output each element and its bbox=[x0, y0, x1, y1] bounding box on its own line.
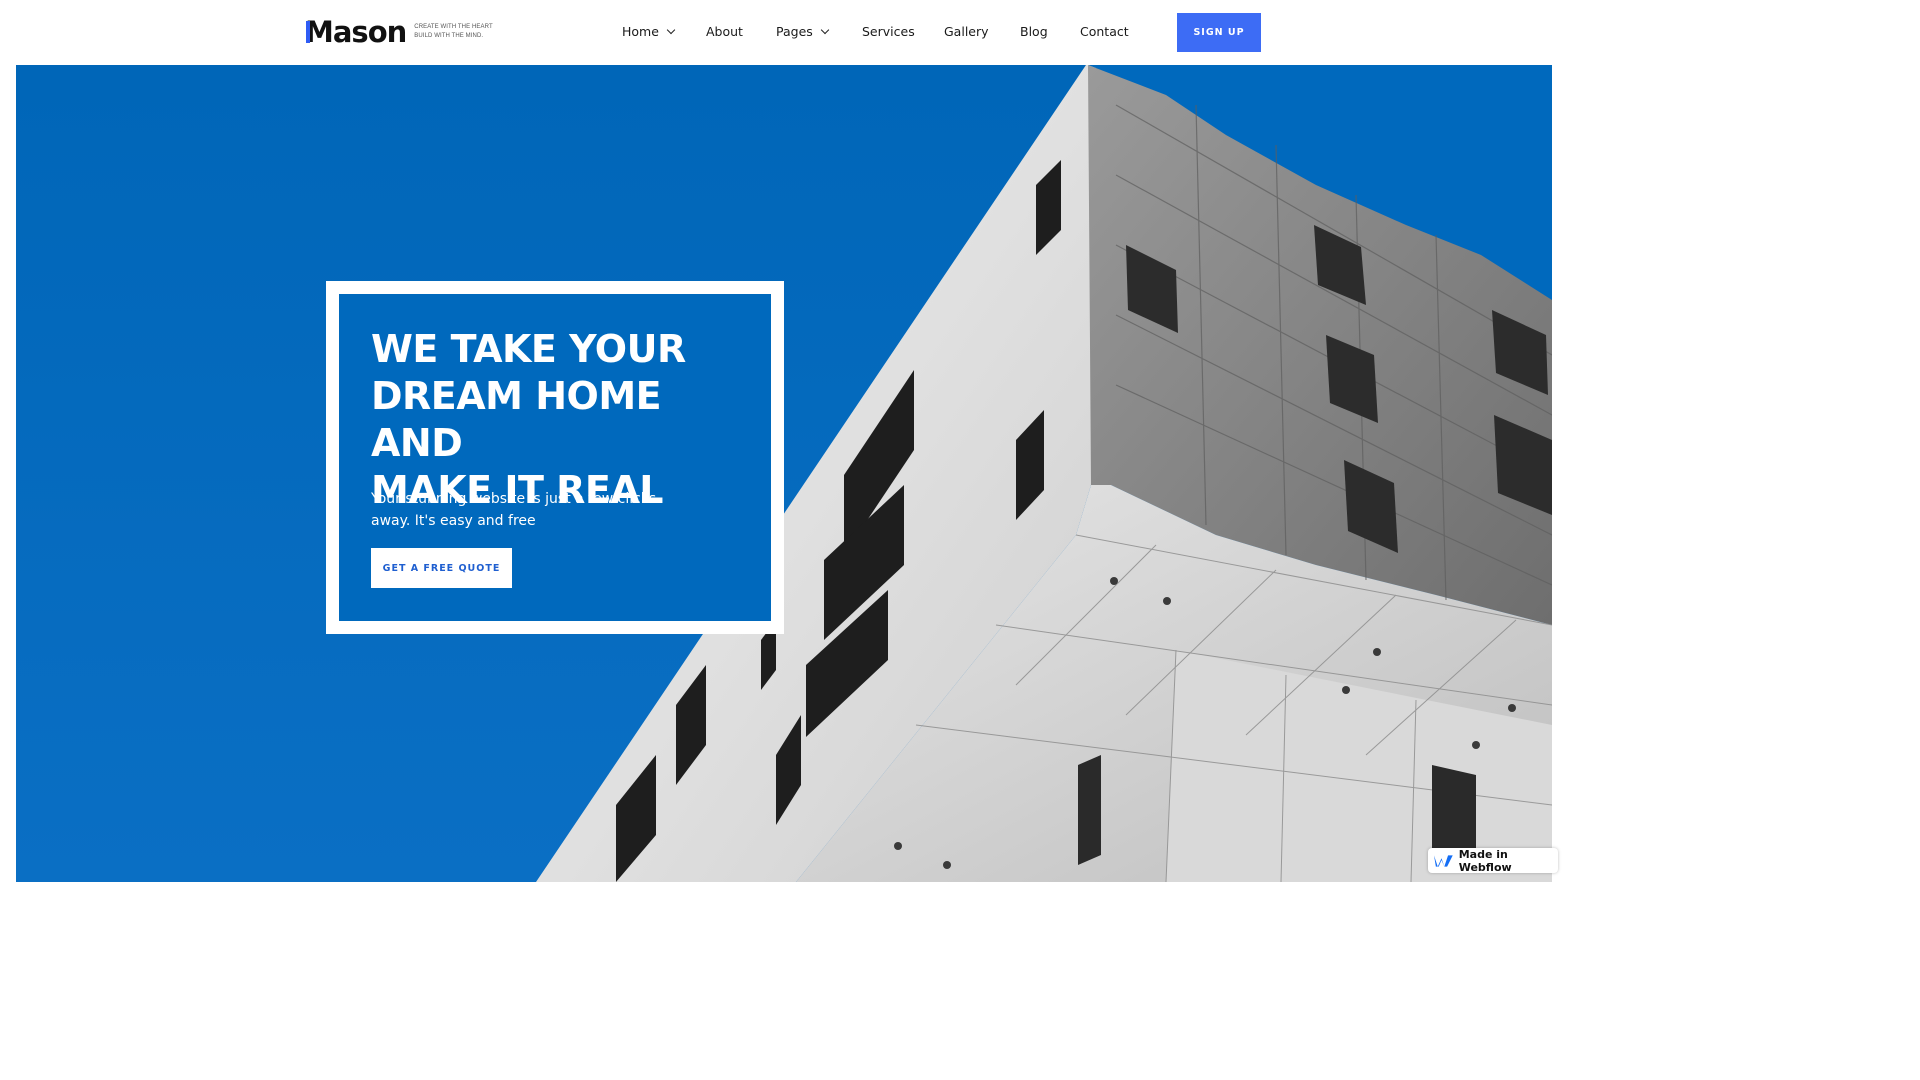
nav-home-label: Home bbox=[622, 24, 659, 39]
nav-item-pages[interactable]: Pages bbox=[776, 22, 830, 42]
site-header: Mason CREATE WITH THE HEART BUILD WITH T… bbox=[0, 0, 1568, 65]
nav-item-home[interactable]: Home bbox=[622, 22, 676, 42]
hero-title-line-1: WE TAKE YOUR bbox=[371, 327, 686, 371]
nav-pages-label: Pages bbox=[776, 24, 813, 39]
nav-services-label: Services bbox=[862, 24, 915, 39]
nav-item-contact[interactable]: Contact bbox=[1080, 22, 1129, 42]
nav-contact-label: Contact bbox=[1080, 24, 1129, 39]
nav-about-label: About bbox=[706, 24, 743, 39]
hero-subtitle-line-1: Your stunning website is just a few clic… bbox=[371, 491, 657, 507]
nav-item-services[interactable]: Services bbox=[862, 22, 915, 42]
nav-item-gallery[interactable]: Gallery bbox=[944, 22, 989, 42]
sign-up-button[interactable]: SIGN UP bbox=[1177, 13, 1261, 52]
chevron-down-icon bbox=[820, 25, 830, 35]
nav-item-blog[interactable]: Blog bbox=[1020, 22, 1048, 42]
chevron-down-icon bbox=[666, 25, 676, 35]
made-in-webflow-badge[interactable]: Made in Webflow bbox=[1428, 847, 1558, 874]
nav-gallery-label: Gallery bbox=[944, 24, 989, 39]
nav-item-about[interactable]: About bbox=[706, 22, 743, 42]
main-nav: Home About Pages Services Gallery Blog C… bbox=[0, 22, 1568, 44]
nav-blog-label: Blog bbox=[1020, 24, 1048, 39]
hero-subtitle-line-2: away. It's easy and free bbox=[371, 513, 536, 529]
webflow-logo-icon bbox=[1434, 854, 1453, 867]
webflow-badge-label: Made in Webflow bbox=[1458, 847, 1512, 874]
hero-section bbox=[16, 65, 1552, 882]
building-image bbox=[16, 65, 1552, 882]
get-free-quote-button[interactable]: GET A FREE QUOTE bbox=[371, 548, 512, 588]
hero-title-line-2: DREAM HOME AND bbox=[371, 374, 662, 465]
hero-title: WE TAKE YOUR DREAM HOME AND MAKE IT REAL bbox=[371, 326, 761, 514]
hero-subtitle: Your stunning website is just a few clic… bbox=[371, 488, 661, 532]
